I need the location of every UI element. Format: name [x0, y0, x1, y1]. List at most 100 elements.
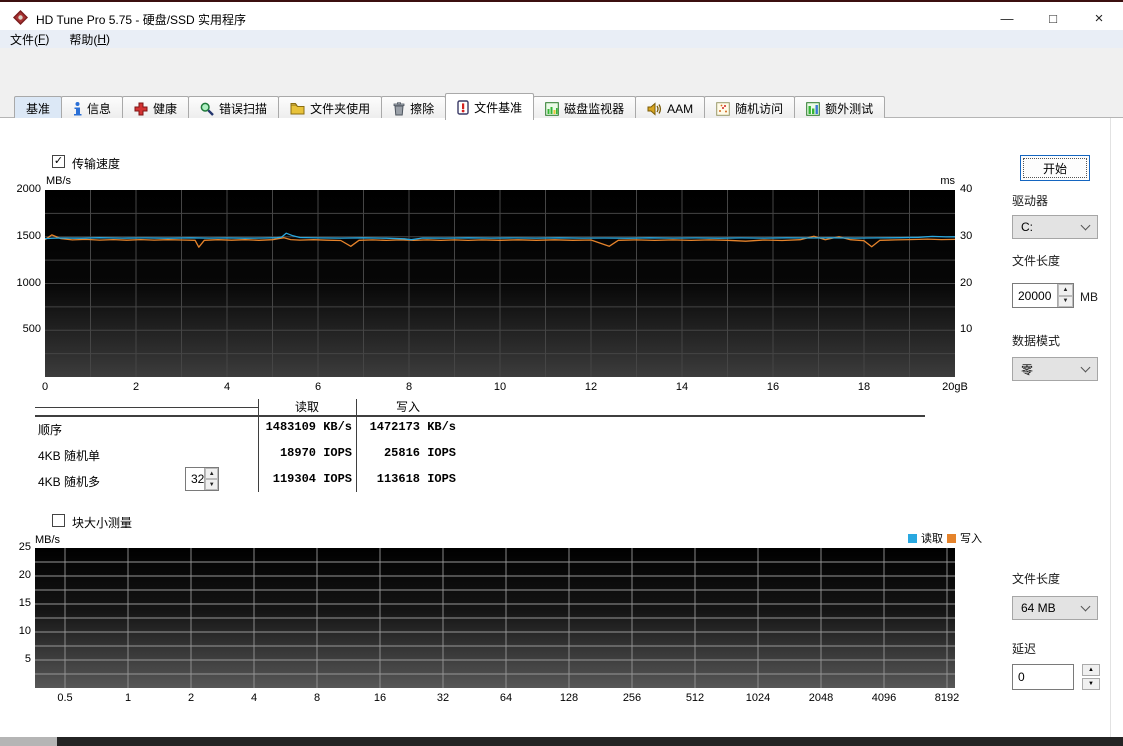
table-rule-header — [35, 415, 925, 417]
tab-health-label: 健康 — [153, 102, 178, 116]
axis-tick-label: 40 — [960, 183, 973, 195]
axis-tick-label: 1024 — [745, 692, 771, 704]
file-length2-label: 文件长度 — [1012, 572, 1061, 586]
axis-tick-label: 5 — [24, 653, 31, 665]
toolbar: TOSHIBA-RC500 (500 gB) — ℃ — [0, 48, 1123, 132]
file-length-arrows[interactable]: ▲ ▼ — [1057, 284, 1073, 307]
axis-tick-label: 16 — [373, 692, 387, 704]
maximize-button[interactable]: □ — [1036, 4, 1070, 32]
app-window: HD Tune Pro 5.75 - 硬盘/SSD 实用程序 — □ × 文件(… — [0, 0, 1123, 746]
transfer-chart — [45, 190, 955, 377]
axis-tick-label: 8 — [405, 381, 413, 393]
tab-disk-monitor[interactable]: 磁盘监视器 — [533, 96, 637, 120]
tab-disk-monitor-label: 磁盘监视器 — [564, 102, 625, 116]
legend-read-swatch — [908, 533, 917, 543]
delay-label: 延迟 — [1012, 642, 1037, 656]
title-bar[interactable]: HD Tune Pro 5.75 - 硬盘/SSD 实用程序 — □ × — [0, 2, 1123, 30]
tab-extra-tests-label: 额外测试 — [825, 102, 874, 116]
tab-benchmark[interactable]: 基准 — [14, 96, 63, 120]
tab-random-access[interactable]: 随机访问 — [704, 96, 796, 120]
spinner-down-icon[interactable]: ▼ — [1082, 678, 1100, 690]
axis-tick-label: 128 — [559, 692, 579, 704]
block-size-checkbox[interactable] — [52, 514, 65, 527]
transfer-speed-checkbox-label: 传输速度 — [72, 157, 121, 171]
menu-file-label: 文件( — [10, 32, 38, 47]
spinner-up-icon[interactable]: ▲ — [1058, 284, 1073, 296]
queue-depth-spinner[interactable]: 32 ▲ ▼ — [185, 467, 219, 491]
tab-extra-tests[interactable]: 额外测试 — [794, 96, 886, 120]
chart-legend: 读取 写入 — [908, 530, 982, 546]
close-button[interactable]: × — [1082, 4, 1116, 32]
tab-folder-usage-label: 文件夹使用 — [310, 102, 371, 116]
axis-tick-label: 2048 — [808, 692, 834, 704]
axis-tick-label: 25 — [18, 541, 31, 553]
chevron-down-icon — [1080, 220, 1091, 231]
drive-combobox[interactable]: C: — [1012, 215, 1098, 239]
table-cell-4k-single-write: 25816 IOPS — [383, 446, 456, 460]
magnifier-icon — [200, 102, 214, 116]
table-header-read: 读取 — [294, 400, 319, 414]
taskbar-left-segment — [0, 737, 57, 746]
transfer-speed-checkbox[interactable]: ✓ — [52, 155, 65, 168]
queue-depth-arrows[interactable]: ▲ ▼ — [204, 468, 218, 490]
checkmark-icon: ✓ — [53, 155, 64, 167]
menu-file-label-post: ) — [45, 32, 50, 46]
axis-tick-label: 16 — [766, 381, 780, 393]
spinner-down-icon[interactable]: ▼ — [205, 479, 218, 490]
menu-help[interactable]: 帮助(H) — [59, 30, 120, 48]
menu-help-key: H — [97, 32, 107, 46]
axis-tick-label: 4 — [223, 381, 231, 393]
spinner-down-icon[interactable]: ▼ — [1058, 295, 1073, 307]
table-row-label: 顺序 — [38, 423, 63, 437]
right-edge-divider — [1110, 118, 1111, 737]
axis-tick-label: 500 — [22, 323, 41, 336]
tab-error-scan-label: 错误扫描 — [219, 102, 268, 116]
random-access-icon — [716, 101, 730, 116]
axis-tick-label: 256 — [622, 692, 642, 704]
tab-error-scan[interactable]: 错误扫描 — [188, 96, 280, 120]
axis-tick-label: 2000 — [16, 183, 41, 195]
app-icon — [13, 10, 28, 25]
tab-health[interactable]: 健康 — [122, 96, 190, 120]
minimize-button[interactable]: — — [990, 4, 1024, 32]
tab-folder-usage[interactable]: 文件夹使用 — [278, 96, 383, 120]
file-length-label: 文件长度 — [1012, 254, 1061, 268]
axis-tick-label: 0.5 — [57, 692, 73, 704]
axis-tick-label: 1000 — [16, 276, 41, 289]
disk-monitor-icon — [545, 101, 559, 116]
menu-file[interactable]: 文件(F) — [0, 30, 59, 48]
table-cell-4k-single-read: 18970 IOPS — [279, 446, 352, 460]
tab-bar: 基准 信息 健康 错误扫描 文件夹使用 擦除 文件基准 磁盘监视器 AAM 随机… — [14, 93, 886, 120]
file-length2-combobox[interactable]: 64 MB — [1012, 596, 1098, 620]
tab-info[interactable]: 信息 — [61, 96, 124, 120]
axis-tick-label: 15 — [18, 597, 31, 609]
menu-file-key: F — [38, 32, 46, 46]
table-cell-seq-read: 1483109 KB/s — [265, 420, 352, 434]
spinner-up-icon[interactable]: ▲ — [1082, 664, 1100, 676]
axis-tick-label: 20 — [960, 276, 973, 289]
tab-erase[interactable]: 擦除 — [381, 96, 447, 120]
axis-tick-label: 8 — [313, 692, 321, 704]
tab-aam-label: AAM — [667, 101, 694, 116]
taskbar — [0, 737, 1123, 746]
chevron-down-icon — [1080, 362, 1091, 373]
chart2-yleft-unit: MB/s — [35, 534, 61, 546]
tab-erase-label: 擦除 — [410, 102, 435, 116]
delay-spinner[interactable]: ▲ ▼ — [1082, 664, 1100, 690]
info-icon — [74, 101, 82, 115]
health-cross-icon — [134, 102, 148, 115]
file-length-spinner[interactable]: 20000 ▲ ▼ — [1012, 283, 1074, 308]
data-mode-value: 零 — [1021, 362, 1034, 377]
file-length-unit: MB — [1080, 290, 1098, 304]
tab-aam[interactable]: AAM — [635, 96, 706, 120]
axis-tick-label: 6 — [314, 381, 322, 393]
delay-input[interactable]: 0 — [1012, 664, 1074, 690]
folder-icon — [290, 103, 305, 115]
start-button[interactable]: 开始 — [1020, 155, 1090, 181]
tab-file-benchmark[interactable]: 文件基准 — [445, 93, 535, 120]
spinner-up-icon[interactable]: ▲ — [205, 468, 218, 479]
chevron-down-icon — [1080, 601, 1091, 612]
table-cell-seq-write: 1472173 KB/s — [369, 420, 456, 434]
axis-tick-label: 32 — [436, 692, 450, 704]
data-mode-combobox[interactable]: 零 — [1012, 357, 1098, 381]
